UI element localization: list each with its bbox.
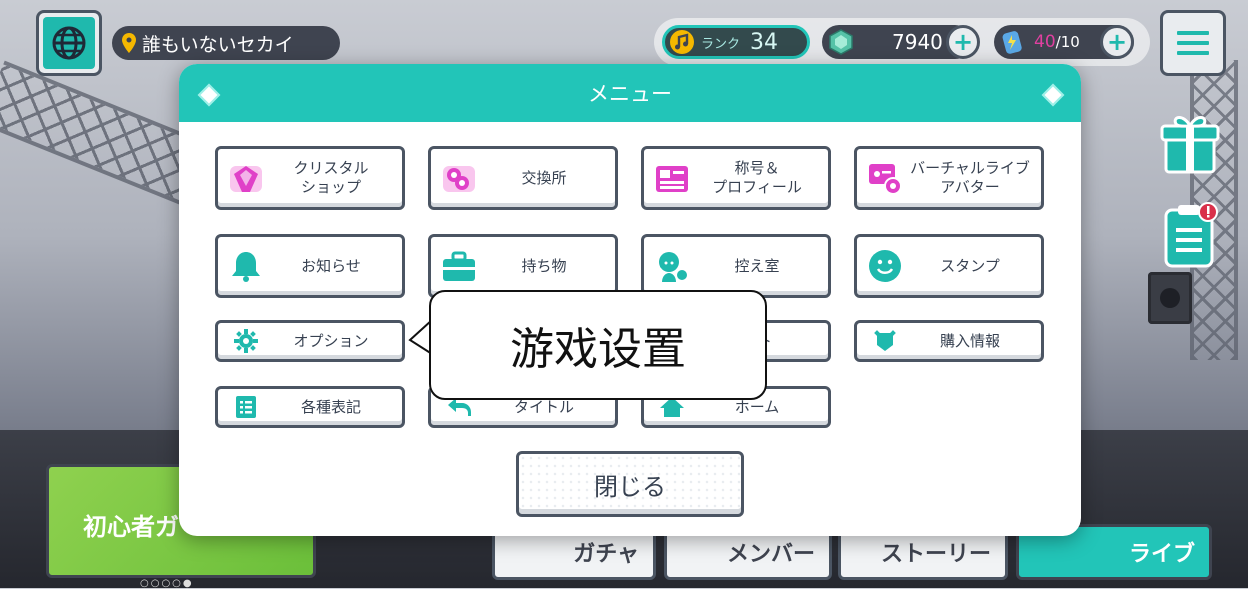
gear-icon (234, 329, 258, 353)
callout-text: 游戏设置 (510, 324, 686, 375)
music-note-icon (670, 30, 694, 54)
home-label: ホーム (734, 397, 780, 416)
location-pin-icon (122, 33, 136, 53)
energy-max: /10 (1055, 33, 1080, 51)
gacha-label: ガチャ (573, 542, 639, 567)
inventory-button[interactable]: 持ち物 (428, 234, 618, 298)
crystal-icon (230, 166, 262, 192)
exchange-button[interactable]: 交換所 (428, 146, 618, 210)
location-name: 誰もいないセカイ (142, 33, 294, 56)
close-label: 閉じる (594, 472, 666, 501)
crystal-gem-icon (829, 29, 853, 55)
menu-button[interactable] (1160, 10, 1226, 76)
rank-pill: ランク 34 (662, 25, 810, 59)
stamp-button[interactable]: スタンプ (854, 234, 1044, 298)
exchange-icon (443, 166, 475, 192)
crystal-shop-label: クリスタル ショップ (293, 159, 369, 196)
mission-clipboard-icon[interactable] (1164, 202, 1218, 268)
virtual-live-avatar-label: バーチャルライブ アバター (910, 159, 1030, 196)
purchase-info-icon (874, 330, 896, 351)
header-diamond-left (197, 83, 221, 107)
title-profile-button[interactable]: 称号＆ プロフィール (641, 146, 831, 210)
profile-card-icon (656, 166, 688, 192)
smiley-icon (869, 250, 901, 282)
gift-icon[interactable] (1160, 110, 1220, 176)
back-to-title-label: タイトル (513, 397, 574, 416)
close-button[interactable]: 閉じる (516, 451, 744, 517)
virtual-live-avatar-button[interactable]: バーチャルライブ アバター (854, 146, 1044, 210)
energy-current: 40 (1034, 32, 1056, 52)
title-profile-label: 称号＆ プロフィール (712, 159, 802, 196)
legal-notices-button[interactable]: 各種表記 (215, 386, 405, 428)
inventory-label: 持ち物 (521, 256, 567, 275)
modal-header: メニュー (179, 64, 1081, 122)
modal-title: メニュー (588, 82, 672, 106)
briefcase-icon (443, 251, 475, 281)
add-crystal-button[interactable]: + (946, 25, 980, 59)
rank-value: 34 (750, 29, 779, 55)
energy-bottle-icon (1002, 31, 1022, 54)
bell-icon (232, 252, 260, 282)
location-pill[interactable]: 誰もいないセカイ (112, 26, 340, 60)
add-energy-button[interactable]: + (1100, 25, 1134, 59)
crystal-shop-button[interactable]: クリスタル ショップ (215, 146, 405, 210)
members-label: メンバー (726, 542, 815, 567)
purchase-info-button[interactable]: 購入情報 (854, 320, 1044, 362)
live-label: ライブ (1128, 542, 1195, 567)
waiting-room-label: 控え室 (734, 256, 780, 275)
waiting-room-icon (659, 252, 689, 282)
guide-label: 初心者ガ (83, 513, 179, 541)
options-label: オプション (293, 331, 369, 350)
options-button[interactable]: オプション (215, 320, 405, 362)
waiting-room-button[interactable]: 控え室 (641, 234, 831, 298)
stamp-label: スタンプ (940, 256, 1000, 275)
crystal-amount: 7940 (892, 30, 943, 54)
settings-callout: 游戏设置 (429, 290, 767, 400)
list-icon (236, 396, 256, 418)
globe-icon (52, 26, 86, 60)
news-label: お知らせ (301, 256, 361, 275)
world-map-button[interactable] (36, 10, 102, 76)
avatar-settings-icon (869, 164, 902, 195)
rank-label: ランク (701, 36, 741, 52)
story-label: ストーリー (880, 542, 991, 567)
speaker-prop (1148, 272, 1192, 324)
exchange-label: 交換所 (521, 168, 567, 187)
header-diamond-right (1041, 83, 1065, 107)
purchase-info-label: 購入情報 (939, 331, 1000, 350)
page-dots: ○○○○● (140, 578, 194, 589)
news-button[interactable]: お知らせ (215, 234, 405, 298)
hamburger-icon (1177, 31, 1209, 55)
legal-notices-label: 各種表記 (300, 397, 361, 416)
